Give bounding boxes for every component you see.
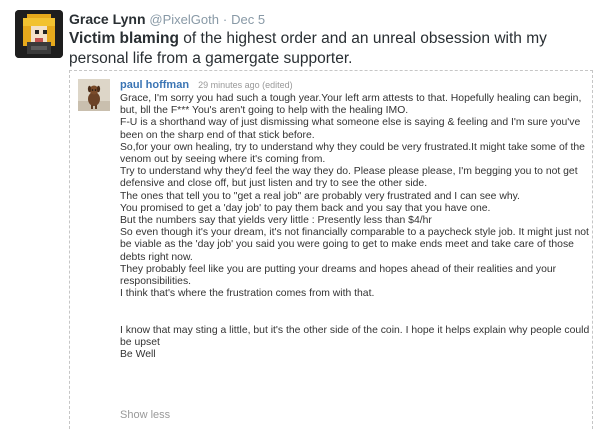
comment-time[interactable]: 29 minutes ago (edited) bbox=[198, 80, 293, 90]
quoted-comment: paul hoffman 29 minutes ago (edited) Gra… bbox=[69, 70, 593, 429]
comment-line: So even though it's your dream, it's not… bbox=[120, 227, 589, 263]
pixel-art-avatar-icon bbox=[15, 10, 63, 58]
show-less-link[interactable]: Show less bbox=[120, 409, 170, 421]
comment-line: Try to understand why they'd feel the wa… bbox=[120, 166, 578, 190]
comment-line: Be Well bbox=[120, 349, 156, 361]
commenter-name[interactable]: paul hoffman bbox=[120, 79, 189, 91]
comment-header: paul hoffman 29 minutes ago (edited) bbox=[120, 78, 293, 92]
comment-line: But the numbers say that yields very lit… bbox=[120, 215, 432, 227]
tweet-text-bold: Victim blaming bbox=[69, 30, 179, 47]
tweet-header: Grace Lynn @PixelGoth · Dec 5 bbox=[69, 10, 265, 29]
comment-line: They probably feel like you are putting … bbox=[120, 263, 557, 288]
avatar[interactable] bbox=[15, 10, 63, 58]
author-handle[interactable]: @PixelGoth bbox=[149, 12, 219, 27]
dog-photo-icon bbox=[78, 79, 110, 111]
separator: · bbox=[222, 12, 228, 27]
comment-line: F-U is a shorthand way of just dismissin… bbox=[120, 117, 581, 141]
comment-body: Grace, I'm sorry you had such a tough ye… bbox=[120, 93, 590, 361]
comment-line: So,for your own healing, try to understa… bbox=[120, 141, 585, 166]
author-name[interactable]: Grace Lynn bbox=[69, 11, 146, 27]
tweet-text: Victim blaming of the highest order and … bbox=[69, 29, 589, 69]
tweet-date[interactable]: Dec 5 bbox=[231, 12, 265, 27]
comment-line: Grace, I'm sorry you had such a tough ye… bbox=[120, 93, 582, 117]
commenter-avatar[interactable] bbox=[78, 79, 110, 111]
comment-line: You promised to get a 'day job' to pay t… bbox=[120, 202, 491, 214]
comment-line: I think that's where the frustration com… bbox=[120, 288, 375, 300]
comment-line: The ones that tell you to "get a real jo… bbox=[120, 190, 520, 202]
comment-line: I know that may sting a little, but it's… bbox=[120, 324, 590, 349]
